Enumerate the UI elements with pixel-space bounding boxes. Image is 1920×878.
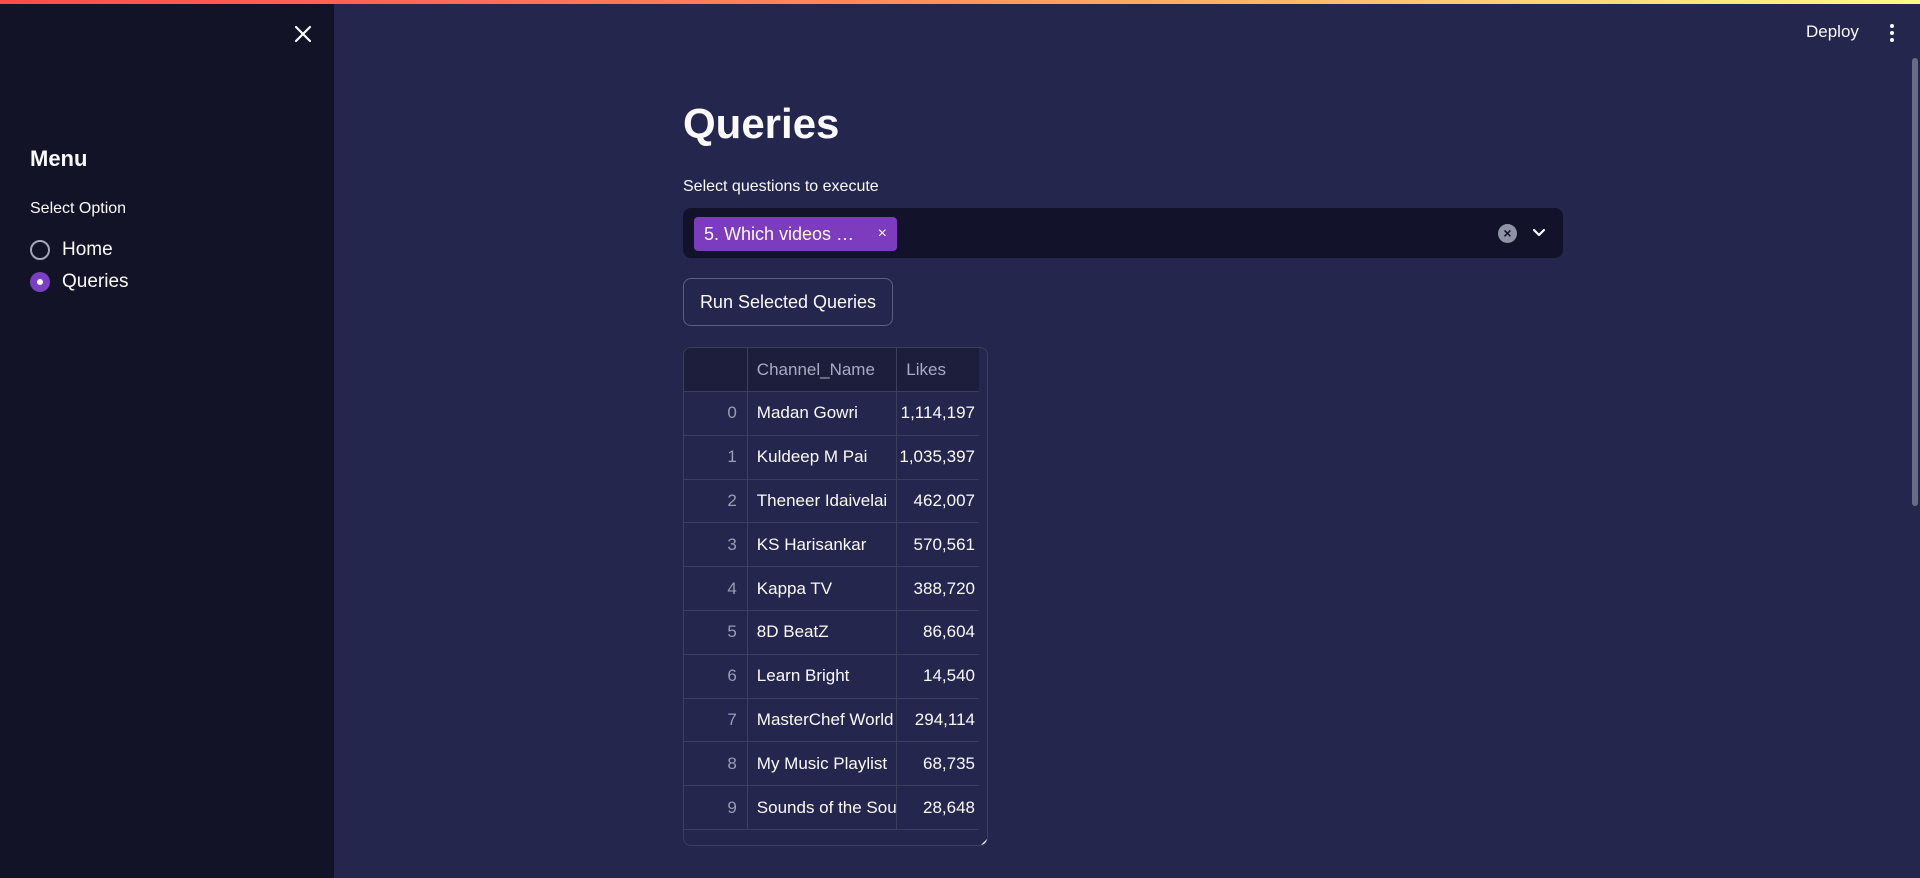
chip-remove-icon[interactable]: ×: [878, 225, 887, 243]
likes-cell[interactable]: 388,720: [897, 567, 979, 610]
row-index: 4: [684, 567, 748, 610]
radio-unchecked-icon: [30, 240, 50, 260]
main-menu-button[interactable]: [1886, 22, 1898, 44]
row-index: 6: [684, 654, 748, 698]
table-row: 0 Madan Gowri 1,114,197: [684, 392, 979, 436]
radio-checked-icon: [30, 272, 50, 292]
likes-cell[interactable]: 28,648: [897, 786, 979, 829]
row-index: 5: [684, 610, 748, 654]
likes-cell[interactable]: 294,114: [897, 699, 979, 742]
table-row: 1 Kuldeep M Pai 1,035,397: [684, 435, 979, 480]
likes-cell[interactable]: 68,735: [897, 742, 979, 785]
table-row: 5 8D BeatZ 86,604: [684, 610, 979, 655]
channel-name-cell[interactable]: Kappa TV: [748, 567, 898, 610]
likes-cell[interactable]: 14,540: [897, 655, 979, 698]
row-index: 7: [684, 698, 748, 742]
channel-name-cell[interactable]: Theneer Idaivelai: [748, 479, 898, 523]
close-icon: [294, 25, 312, 43]
channel-name-cell[interactable]: Madan Gowri: [748, 392, 898, 435]
table-header-likes[interactable]: Likes: [897, 348, 979, 391]
sidebar: Menu Select Option Home Queries: [0, 0, 334, 878]
table-row: 9 Sounds of the Soul 28,648: [684, 786, 979, 830]
channel-name-cell[interactable]: 8D BeatZ: [748, 610, 898, 654]
questions-multiselect[interactable]: 5. Which videos … × ×: [683, 208, 1563, 258]
channel-name-cell[interactable]: My Music Playlist: [748, 742, 898, 786]
table-row: 6 Learn Bright 14,540: [684, 654, 979, 699]
selected-question-chip[interactable]: 5. Which videos … ×: [694, 217, 897, 251]
page-scrollbar[interactable]: [1912, 58, 1918, 506]
table-row: 2 Theneer Idaivelai 462,007: [684, 479, 979, 524]
radio-option-label: Queries: [62, 271, 129, 292]
table-header-row: Channel_Name Likes: [684, 348, 979, 392]
header-decoration-bar: [0, 0, 1920, 4]
channel-name-cell[interactable]: MasterChef World: [748, 698, 898, 742]
radio-option-queries[interactable]: Queries: [30, 266, 129, 298]
channel-name-cell[interactable]: Kuldeep M Pai: [748, 435, 898, 479]
row-index: 0: [684, 392, 748, 435]
page-title: Queries: [683, 100, 840, 147]
radio-group: Home Queries: [30, 234, 129, 298]
table-body: 0 Madan Gowri 1,114,197 1 Kuldeep M Pai …: [684, 392, 979, 830]
multiselect-label: Select questions to execute: [683, 178, 879, 195]
row-index: 3: [684, 523, 748, 567]
table-row: 7 MasterChef World 294,114: [684, 698, 979, 743]
row-index: 1: [684, 435, 748, 479]
likes-cell[interactable]: 462,007: [897, 480, 979, 523]
radio-group-label: Select Option: [30, 200, 127, 217]
more-vertical-icon-dot: [1890, 24, 1894, 28]
close-sidebar-button[interactable]: [291, 22, 315, 46]
deploy-button[interactable]: Deploy: [1806, 22, 1859, 42]
table-row: 4 Kappa TV 388,720: [684, 567, 979, 611]
channel-name-cell[interactable]: Learn Bright: [748, 654, 898, 698]
table-resize-handle[interactable]: [981, 839, 987, 845]
clear-selection-icon[interactable]: ×: [1498, 224, 1517, 243]
channel-name-cell[interactable]: Sounds of the Soul: [748, 786, 898, 829]
table-row: 8 My Music Playlist 68,735: [684, 742, 979, 787]
row-index: 8: [684, 742, 748, 786]
more-vertical-icon-dot: [1890, 31, 1894, 35]
sidebar-title: Menu: [30, 146, 88, 171]
chevron-down-icon[interactable]: [1530, 223, 1548, 241]
likes-cell[interactable]: 86,604: [897, 611, 979, 654]
results-table[interactable]: Channel_Name Likes 0 Madan Gowri 1,114,1…: [683, 347, 988, 846]
chip-label: 5. Which videos …: [704, 223, 855, 244]
table-header-index: [684, 348, 748, 391]
row-index: 9: [684, 786, 748, 829]
radio-option-home[interactable]: Home: [30, 234, 129, 266]
run-selected-queries-button[interactable]: Run Selected Queries: [683, 278, 893, 326]
more-vertical-icon-dot: [1890, 38, 1894, 42]
table-row: 3 KS Harisankar 570,561: [684, 523, 979, 568]
likes-cell[interactable]: 1,035,397: [897, 436, 979, 479]
row-index: 2: [684, 479, 748, 523]
table-header-channel-name[interactable]: Channel_Name: [748, 348, 898, 391]
likes-cell[interactable]: 570,561: [897, 523, 979, 566]
channel-name-cell[interactable]: KS Harisankar: [748, 523, 898, 567]
likes-cell[interactable]: 1,114,197: [897, 392, 979, 435]
radio-option-label: Home: [62, 239, 113, 260]
